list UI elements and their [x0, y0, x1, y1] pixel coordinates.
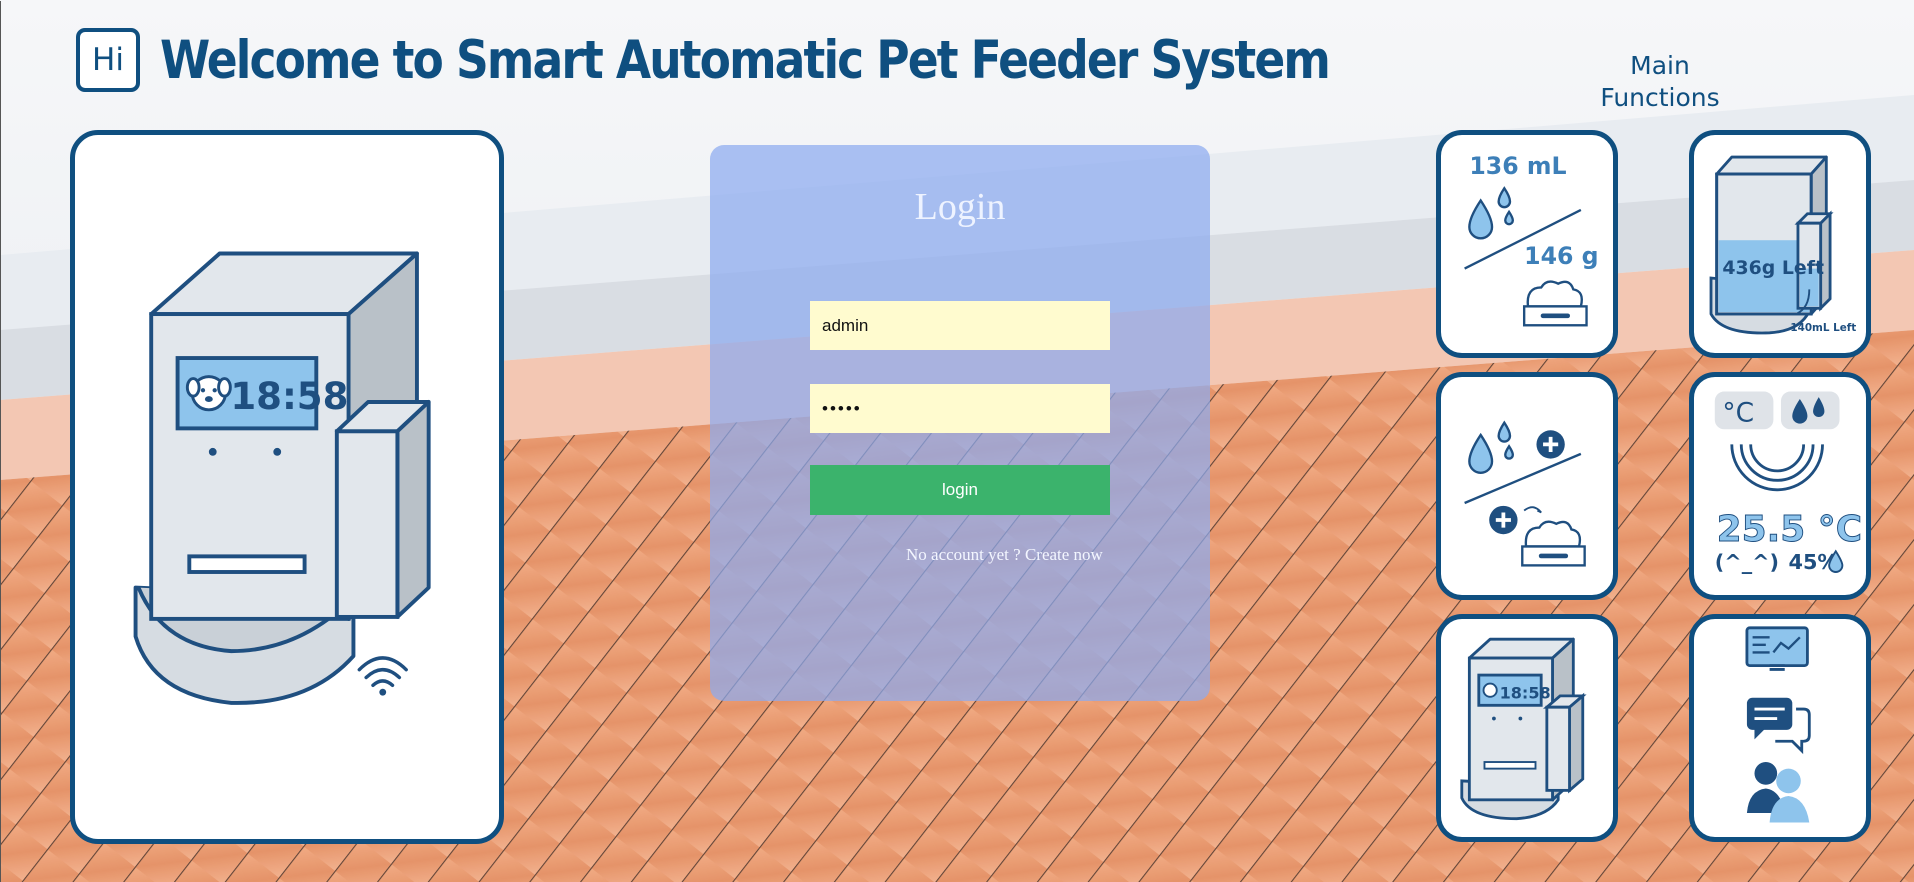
device-clock: 18:58 [230, 375, 348, 418]
tile-environment[interactable]: °C 25.5 °C (^_^) 45% [1689, 372, 1871, 600]
plus-icon [1536, 430, 1565, 459]
remaining-graphic: 436g Left 140mL Left [1709, 155, 1856, 335]
password-input[interactable] [810, 384, 1110, 433]
mood-face: (^_^) [1715, 550, 1779, 574]
tile-device[interactable]: 18:58 [1436, 614, 1618, 842]
main-functions-line-1: Main [1630, 51, 1690, 80]
environment-graphic: °C 25.5 °C (^_^) 45% [1714, 391, 1863, 574]
main-functions-line-2: Functions [1600, 83, 1720, 112]
wifi-icon [357, 656, 408, 688]
login-button[interactable]: login [810, 465, 1110, 515]
login-panel: Login login No account yet ? Create now [710, 145, 1210, 701]
username-input[interactable] [810, 301, 1110, 350]
tile-add-supply[interactable] [1436, 372, 1618, 600]
create-account-link[interactable]: No account yet ? Create now [906, 545, 1103, 565]
hi-badge-icon: Hi [76, 28, 140, 92]
tile-dashboard[interactable] [1689, 614, 1871, 842]
pet-feeder-illustration: 18:58 [133, 251, 431, 705]
device-card: 18:58 [70, 130, 504, 844]
tile-remaining[interactable]: 436g Left 140mL Left [1689, 130, 1871, 358]
device-graphic: 18:58 [1460, 637, 1587, 821]
water-consumed: 136 mL [1469, 152, 1566, 180]
chat-icon [1746, 697, 1811, 755]
header: Hi Welcome to Smart Automatic Pet Feeder… [76, 28, 1519, 92]
food-consumed: 146 g [1524, 242, 1598, 270]
page-title: Welcome to Smart Automatic Pet Feeder Sy… [160, 29, 1331, 91]
dashboard-icon [1745, 626, 1809, 671]
tile-consumption[interactable]: 136 mL 146 g [1436, 130, 1618, 358]
dashboard-graphic [1745, 626, 1811, 823]
temperature-value: 25.5 °C [1717, 509, 1862, 550]
plus-icon [1489, 505, 1518, 535]
consumption-graphic: 136 mL 146 g [1464, 152, 1599, 327]
thermometer-icon: °C [1722, 398, 1754, 429]
tile-device-clock: 18:58 [1500, 684, 1551, 703]
water-left: 140mL Left [1790, 322, 1856, 334]
water-drop-icon [1468, 186, 1515, 240]
users-icon [1746, 762, 1810, 823]
food-bowl-icon [1521, 520, 1586, 567]
food-left: 436g Left [1722, 257, 1824, 279]
food-bowl-icon [1522, 280, 1588, 327]
login-title: Login [914, 186, 1006, 228]
add-supply-graphic [1464, 420, 1586, 567]
main-functions-heading: Main Functions [1570, 50, 1750, 114]
